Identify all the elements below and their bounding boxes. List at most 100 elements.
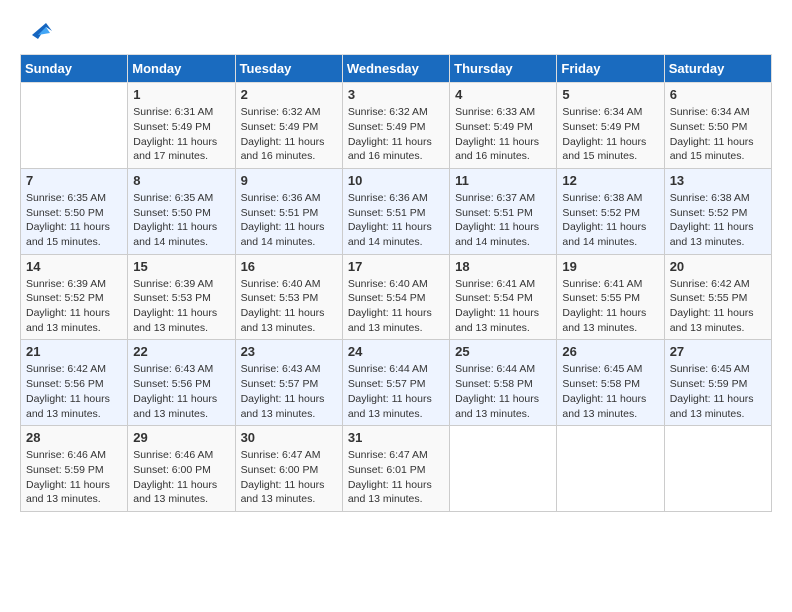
daylight-label: Daylight: 11 hours and 14 minutes.	[562, 221, 646, 248]
calendar-cell: 29 Sunrise: 6:46 AM Sunset: 6:00 PM Dayl…	[128, 426, 235, 512]
calendar-header-friday: Friday	[557, 55, 664, 83]
calendar-cell: 28 Sunrise: 6:46 AM Sunset: 5:59 PM Dayl…	[21, 426, 128, 512]
day-number: 3	[348, 87, 444, 102]
daylight-label: Daylight: 11 hours and 13 minutes.	[348, 393, 432, 420]
sunset-label: Sunset: 5:50 PM	[670, 121, 748, 133]
sunset-label: Sunset: 6:00 PM	[241, 464, 319, 476]
day-info: Sunrise: 6:42 AM Sunset: 5:56 PM Dayligh…	[26, 362, 122, 421]
sunset-label: Sunset: 5:49 PM	[348, 121, 426, 133]
sunrise-label: Sunrise: 6:46 AM	[133, 449, 213, 461]
day-info: Sunrise: 6:45 AM Sunset: 5:58 PM Dayligh…	[562, 362, 658, 421]
daylight-label: Daylight: 11 hours and 13 minutes.	[26, 307, 110, 334]
sunset-label: Sunset: 5:51 PM	[455, 207, 533, 219]
sunset-label: Sunset: 5:54 PM	[455, 292, 533, 304]
calendar-cell	[21, 83, 128, 169]
sunrise-label: Sunrise: 6:41 AM	[562, 278, 642, 290]
sunrise-label: Sunrise: 6:43 AM	[133, 363, 213, 375]
sunrise-label: Sunrise: 6:35 AM	[26, 192, 106, 204]
day-info: Sunrise: 6:40 AM Sunset: 5:54 PM Dayligh…	[348, 277, 444, 336]
day-number: 26	[562, 344, 658, 359]
day-number: 25	[455, 344, 551, 359]
day-info: Sunrise: 6:44 AM Sunset: 5:58 PM Dayligh…	[455, 362, 551, 421]
sunrise-label: Sunrise: 6:42 AM	[26, 363, 106, 375]
daylight-label: Daylight: 11 hours and 13 minutes.	[241, 393, 325, 420]
day-number: 6	[670, 87, 766, 102]
day-info: Sunrise: 6:39 AM Sunset: 5:53 PM Dayligh…	[133, 277, 229, 336]
sunset-label: Sunset: 5:53 PM	[133, 292, 211, 304]
day-info: Sunrise: 6:36 AM Sunset: 5:51 PM Dayligh…	[348, 191, 444, 250]
calendar-cell	[450, 426, 557, 512]
calendar-header-tuesday: Tuesday	[235, 55, 342, 83]
sunset-label: Sunset: 6:01 PM	[348, 464, 426, 476]
day-number: 15	[133, 259, 229, 274]
daylight-label: Daylight: 11 hours and 13 minutes.	[26, 393, 110, 420]
day-number: 7	[26, 173, 122, 188]
day-number: 11	[455, 173, 551, 188]
calendar-cell: 7 Sunrise: 6:35 AM Sunset: 5:50 PM Dayli…	[21, 168, 128, 254]
sunrise-label: Sunrise: 6:43 AM	[241, 363, 321, 375]
calendar-cell: 16 Sunrise: 6:40 AM Sunset: 5:53 PM Dayl…	[235, 254, 342, 340]
day-info: Sunrise: 6:42 AM Sunset: 5:55 PM Dayligh…	[670, 277, 766, 336]
day-number: 9	[241, 173, 337, 188]
daylight-label: Daylight: 11 hours and 16 minutes.	[455, 136, 539, 163]
daylight-label: Daylight: 11 hours and 13 minutes.	[241, 307, 325, 334]
sunset-label: Sunset: 6:00 PM	[133, 464, 211, 476]
sunset-label: Sunset: 5:58 PM	[455, 378, 533, 390]
sunrise-label: Sunrise: 6:39 AM	[26, 278, 106, 290]
day-number: 22	[133, 344, 229, 359]
daylight-label: Daylight: 11 hours and 13 minutes.	[241, 479, 325, 506]
day-info: Sunrise: 6:40 AM Sunset: 5:53 PM Dayligh…	[241, 277, 337, 336]
sunset-label: Sunset: 5:58 PM	[562, 378, 640, 390]
sunset-label: Sunset: 5:55 PM	[670, 292, 748, 304]
sunrise-label: Sunrise: 6:31 AM	[133, 106, 213, 118]
sunset-label: Sunset: 5:56 PM	[133, 378, 211, 390]
sunrise-label: Sunrise: 6:36 AM	[348, 192, 428, 204]
day-number: 16	[241, 259, 337, 274]
calendar-cell: 21 Sunrise: 6:42 AM Sunset: 5:56 PM Dayl…	[21, 340, 128, 426]
sunset-label: Sunset: 5:49 PM	[562, 121, 640, 133]
daylight-label: Daylight: 11 hours and 13 minutes.	[670, 307, 754, 334]
sunrise-label: Sunrise: 6:35 AM	[133, 192, 213, 204]
sunrise-label: Sunrise: 6:40 AM	[241, 278, 321, 290]
sunset-label: Sunset: 5:49 PM	[133, 121, 211, 133]
calendar-week-row: 7 Sunrise: 6:35 AM Sunset: 5:50 PM Dayli…	[21, 168, 772, 254]
sunrise-label: Sunrise: 6:44 AM	[348, 363, 428, 375]
sunrise-label: Sunrise: 6:40 AM	[348, 278, 428, 290]
day-info: Sunrise: 6:35 AM Sunset: 5:50 PM Dayligh…	[26, 191, 122, 250]
sunrise-label: Sunrise: 6:32 AM	[241, 106, 321, 118]
calendar-header-row: SundayMondayTuesdayWednesdayThursdayFrid…	[21, 55, 772, 83]
day-info: Sunrise: 6:45 AM Sunset: 5:59 PM Dayligh…	[670, 362, 766, 421]
daylight-label: Daylight: 11 hours and 14 minutes.	[348, 221, 432, 248]
day-info: Sunrise: 6:47 AM Sunset: 6:00 PM Dayligh…	[241, 448, 337, 507]
sunset-label: Sunset: 5:59 PM	[26, 464, 104, 476]
daylight-label: Daylight: 11 hours and 13 minutes.	[133, 393, 217, 420]
calendar-cell: 24 Sunrise: 6:44 AM Sunset: 5:57 PM Dayl…	[342, 340, 449, 426]
sunset-label: Sunset: 5:56 PM	[26, 378, 104, 390]
sunset-label: Sunset: 5:49 PM	[241, 121, 319, 133]
day-info: Sunrise: 6:32 AM Sunset: 5:49 PM Dayligh…	[348, 105, 444, 164]
day-number: 1	[133, 87, 229, 102]
day-info: Sunrise: 6:38 AM Sunset: 5:52 PM Dayligh…	[670, 191, 766, 250]
calendar-cell: 3 Sunrise: 6:32 AM Sunset: 5:49 PM Dayli…	[342, 83, 449, 169]
day-info: Sunrise: 6:38 AM Sunset: 5:52 PM Dayligh…	[562, 191, 658, 250]
calendar-cell: 11 Sunrise: 6:37 AM Sunset: 5:51 PM Dayl…	[450, 168, 557, 254]
day-info: Sunrise: 6:44 AM Sunset: 5:57 PM Dayligh…	[348, 362, 444, 421]
day-info: Sunrise: 6:35 AM Sunset: 5:50 PM Dayligh…	[133, 191, 229, 250]
sunset-label: Sunset: 5:50 PM	[26, 207, 104, 219]
sunset-label: Sunset: 5:59 PM	[670, 378, 748, 390]
calendar-header-wednesday: Wednesday	[342, 55, 449, 83]
calendar-cell	[557, 426, 664, 512]
sunrise-label: Sunrise: 6:45 AM	[670, 363, 750, 375]
day-number: 24	[348, 344, 444, 359]
calendar-cell: 13 Sunrise: 6:38 AM Sunset: 5:52 PM Dayl…	[664, 168, 771, 254]
daylight-label: Daylight: 11 hours and 17 minutes.	[133, 136, 217, 163]
day-number: 29	[133, 430, 229, 445]
calendar-header-saturday: Saturday	[664, 55, 771, 83]
daylight-label: Daylight: 11 hours and 13 minutes.	[562, 393, 646, 420]
calendar-cell: 23 Sunrise: 6:43 AM Sunset: 5:57 PM Dayl…	[235, 340, 342, 426]
calendar-header-monday: Monday	[128, 55, 235, 83]
day-number: 28	[26, 430, 122, 445]
day-info: Sunrise: 6:33 AM Sunset: 5:49 PM Dayligh…	[455, 105, 551, 164]
sunset-label: Sunset: 5:52 PM	[26, 292, 104, 304]
sunset-label: Sunset: 5:51 PM	[241, 207, 319, 219]
